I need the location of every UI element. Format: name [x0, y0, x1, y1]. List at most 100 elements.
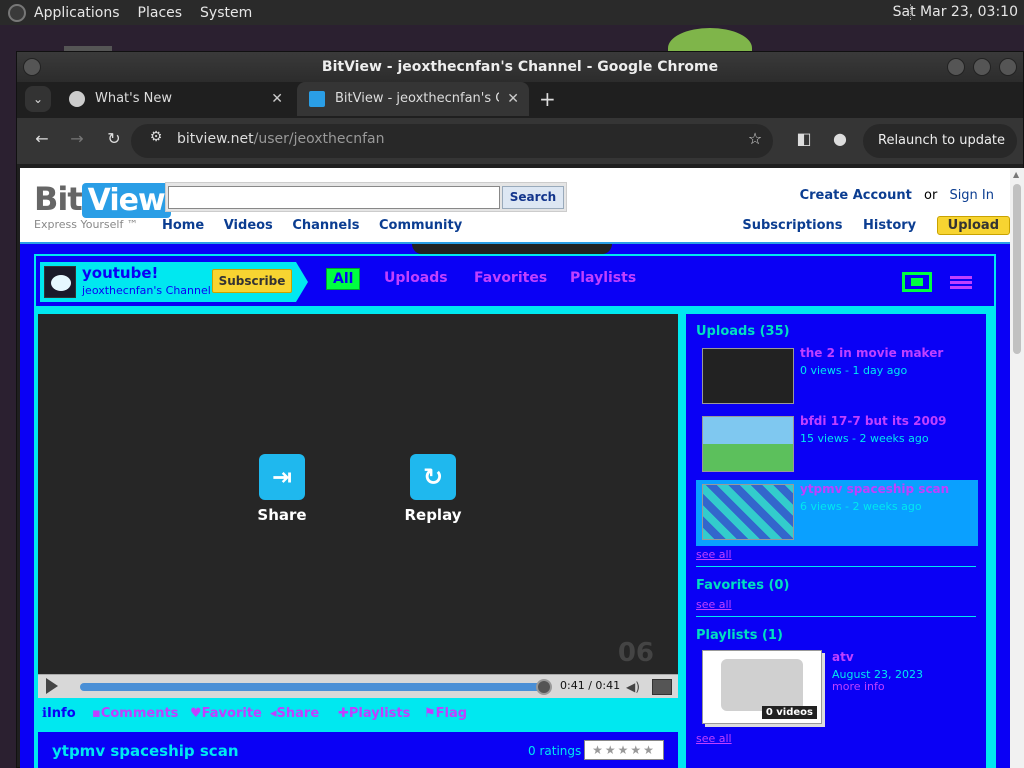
menu-places[interactable]: Places [138, 5, 183, 21]
playlists-heading[interactable]: Playlists (1) [696, 628, 783, 643]
tab-favorite[interactable]: ♥ Favorite [190, 706, 262, 721]
gnome-foot-icon[interactable] [8, 3, 26, 22]
close-tab-icon[interactable]: ✕ [271, 82, 283, 116]
tab-bitview[interactable]: BitView - jeoxthecnfan's Cha ✕ [297, 82, 529, 116]
page-scrollbar[interactable]: ▲ [1010, 168, 1024, 768]
see-all-link[interactable]: see all [696, 598, 732, 611]
webpage: Bit View Express Yourself ™ Search Home V… [20, 168, 1010, 768]
scrollbar-thumb[interactable] [1013, 184, 1021, 354]
video-link[interactable]: the 2 in movie maker [800, 346, 943, 360]
video-thumbnail[interactable] [702, 484, 794, 540]
video-meta: 6 views - 2 weeks ago [800, 500, 922, 513]
scroll-up-icon[interactable]: ▲ [1013, 170, 1019, 179]
subscriptions-link[interactable]: Subscriptions [742, 218, 842, 233]
list-item[interactable]: bfdi 17-7 but its 2009 15 views - 2 week… [696, 412, 978, 478]
tab-label: What's New [95, 91, 172, 106]
nav-home[interactable]: Home [162, 218, 204, 233]
channel-frame: youtube! jeoxthecnfan's Channel Subscrib… [34, 254, 996, 768]
volume-icon[interactable]: ◀) [626, 680, 644, 694]
channel-name[interactable]: youtube! [82, 264, 158, 282]
site-info-icon[interactable]: ⚙ [144, 129, 168, 145]
fullscreen-icon[interactable] [652, 679, 672, 695]
progress-bar[interactable] [80, 683, 550, 691]
grid-view-icon[interactable] [950, 275, 972, 289]
avatar[interactable] [44, 266, 76, 298]
replay-overlay-button[interactable]: ↻ Replay [393, 454, 473, 524]
player-controls: 0:41 / 0:41 ◀) [38, 674, 678, 698]
star-rating[interactable]: ★★★★★ [584, 740, 664, 760]
see-all-link[interactable]: see all [696, 548, 732, 561]
maximize-icon[interactable] [973, 58, 991, 76]
tab-uploads[interactable]: Uploads [384, 270, 448, 286]
nav-videos[interactable]: Videos [224, 218, 273, 233]
search-input[interactable] [168, 186, 500, 209]
channel-info-box: youtube! jeoxthecnfan's Channel Subscrib… [40, 262, 296, 302]
tab-search-chevron-icon[interactable]: ⌄ [25, 86, 51, 112]
progress-knob[interactable] [536, 679, 552, 695]
playlist-count: 0 videos [761, 706, 817, 719]
video-thumbnail[interactable] [702, 348, 794, 404]
close-tab-icon[interactable]: ✕ [507, 82, 519, 116]
minimize-icon[interactable] [947, 58, 965, 76]
tab-playlists[interactable]: Playlists [570, 270, 636, 286]
list-item[interactable]: the 2 in movie maker 0 views - 1 day ago [696, 344, 978, 410]
tab-share[interactable]: ◂ Share [270, 706, 319, 721]
bookmark-star-icon[interactable]: ☆ [743, 129, 767, 148]
tab-playlists-info[interactable]: ✚ Playlists [338, 706, 410, 721]
menu-applications[interactable]: Applications [34, 5, 120, 21]
reload-icon[interactable]: ↻ [102, 129, 126, 148]
tab-info[interactable]: ℹ Info [42, 706, 76, 721]
profile-icon[interactable]: ● [828, 129, 852, 148]
view-toggle [901, 272, 972, 292]
video-meta: 0 views - 1 day ago [800, 364, 908, 377]
share-overlay-button[interactable]: ⇥ Share [242, 454, 322, 524]
tab-favorites[interactable]: Favorites [474, 270, 547, 286]
uploads-heading[interactable]: Uploads (35) [696, 324, 790, 339]
side-panel-icon[interactable]: ◧ [792, 129, 816, 148]
playlist-link[interactable]: atv [832, 650, 854, 664]
nav-community[interactable]: Community [379, 218, 462, 233]
see-all-link[interactable]: see all [696, 732, 732, 745]
back-arrow-icon[interactable]: ← [30, 129, 54, 148]
upload-button[interactable]: Upload [936, 216, 1010, 235]
channel-page: youtube! jeoxthecnfan's Channel Subscrib… [20, 244, 1010, 768]
share-icon: ⇥ [259, 454, 305, 500]
bitview-logo[interactable]: Bit View Express Yourself ™ [34, 180, 171, 231]
history-link[interactable]: History [863, 218, 916, 233]
tab-all[interactable]: All [326, 268, 361, 290]
video-player[interactable]: ⇥ Share ↻ Replay 06 [38, 314, 678, 674]
browser-toolbar: ← → ↻ ⚙ bitview.net/user/jeoxthecnfan ☆ … [17, 118, 1023, 182]
window-titlebar[interactable]: BitView - jeoxthecnfan's Channel - Googl… [17, 52, 1023, 82]
sign-in-link[interactable]: Sign In [949, 188, 994, 203]
more-info-link[interactable]: more info [832, 680, 885, 693]
menu-system[interactable]: System [200, 5, 252, 21]
player-view-icon[interactable] [901, 272, 932, 292]
new-tab-icon[interactable]: + [539, 82, 556, 116]
user-nav: Subscriptions History Upload [742, 216, 1010, 235]
create-account-link[interactable]: Create Account [800, 188, 912, 203]
play-icon[interactable] [46, 678, 58, 694]
divider [696, 566, 976, 567]
playlist-thumbnail[interactable]: 0 videos [702, 650, 822, 724]
chrome-window: BitView - jeoxthecnfan's Channel - Googl… [16, 51, 1024, 768]
relaunch-button[interactable]: Relaunch to update ⋮ [863, 124, 1017, 182]
nav-channels[interactable]: Channels [292, 218, 359, 233]
tab-whats-new[interactable]: What's New ✕ [57, 82, 293, 116]
tab-comments[interactable]: ▪ Comments [92, 706, 178, 721]
divider [696, 616, 976, 617]
list-item[interactable]: ytpmv spaceship scan 6 views - 2 weeks a… [696, 480, 978, 546]
window-menu-icon[interactable] [23, 58, 41, 76]
panel-clock[interactable]: Sat Mar 23, 03:10 [893, 4, 1018, 20]
subscribe-button[interactable]: Subscribe [212, 269, 292, 293]
search-button[interactable]: Search [502, 186, 564, 209]
tab-flag[interactable]: ⚑ Flag [424, 706, 467, 721]
url-text[interactable]: bitview.net/user/jeoxthecnfan [177, 131, 384, 147]
tab-label: BitView - jeoxthecnfan's Cha [335, 91, 499, 106]
video-link[interactable]: bfdi 17-7 but its 2009 [800, 414, 947, 428]
forward-arrow-icon[interactable]: → [65, 129, 89, 148]
video-link[interactable]: ytpmv spaceship scan [800, 482, 949, 496]
video-thumbnail[interactable] [702, 416, 794, 472]
close-window-icon[interactable] [999, 58, 1017, 76]
favorites-heading[interactable]: Favorites (0) [696, 578, 789, 593]
video-title: ytpmv spaceship scan [52, 742, 239, 760]
